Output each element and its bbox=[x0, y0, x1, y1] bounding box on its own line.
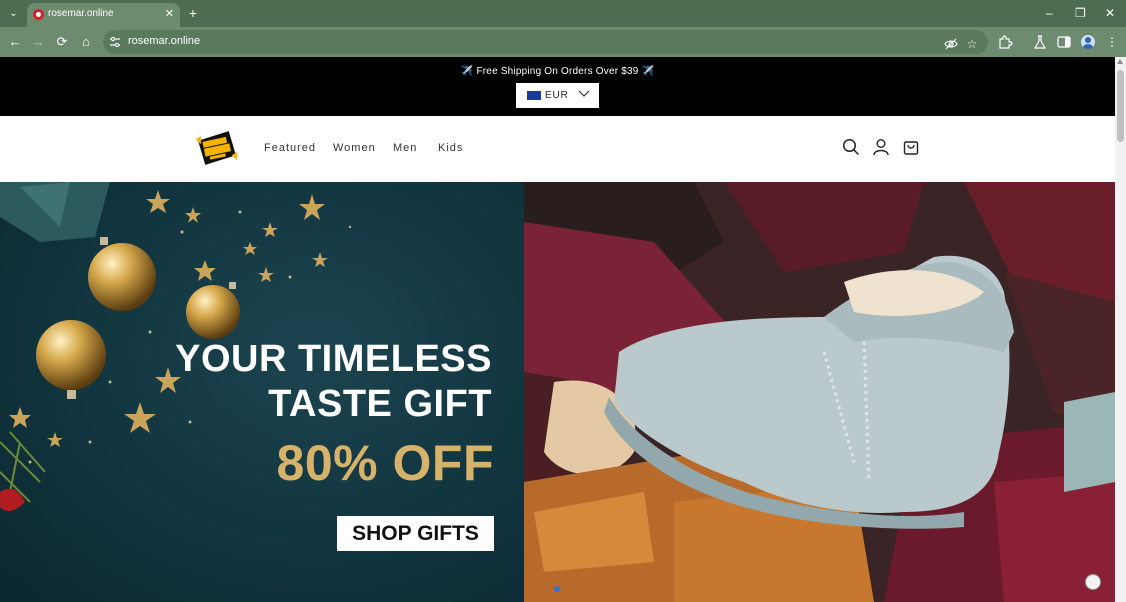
labs-flask-icon[interactable] bbox=[1032, 34, 1048, 50]
side-panel-icon[interactable] bbox=[1056, 34, 1072, 50]
home-button[interactable]: ⌂ bbox=[78, 34, 94, 50]
browser-tab-strip: ⌄ rosemar.online ✕ + – ❐ ✕ bbox=[0, 0, 1126, 27]
minimize-window-button[interactable]: – bbox=[1046, 6, 1053, 20]
back-button[interactable]: ← bbox=[7, 34, 23, 50]
hero-headline: YOUR TIMELESS TASTE GIFT bbox=[175, 337, 492, 427]
eye-off-icon[interactable] bbox=[944, 37, 958, 51]
close-window-button[interactable]: ✕ bbox=[1105, 6, 1115, 20]
scrollbar-thumb[interactable] bbox=[1117, 70, 1124, 142]
reload-button[interactable]: ⟳ bbox=[54, 34, 70, 50]
page-scrollbar[interactable] bbox=[1115, 57, 1126, 602]
slide-indicator-dot[interactable] bbox=[554, 586, 560, 592]
hero-discount: 80% OFF bbox=[276, 435, 494, 491]
restore-window-button[interactable]: ❐ bbox=[1075, 6, 1086, 20]
nav-item-featured[interactable]: Featured bbox=[264, 142, 316, 154]
extensions-icon[interactable] bbox=[997, 34, 1013, 50]
scroll-up-arrow-icon[interactable] bbox=[1117, 59, 1123, 64]
hero-headline-line2: TASTE GIFT bbox=[268, 383, 492, 425]
nav-item-men[interactable]: Men bbox=[393, 142, 417, 154]
site-favicon-icon bbox=[33, 9, 44, 20]
browser-menu-icon[interactable]: ⋮ bbox=[1104, 34, 1120, 50]
hero-right-panel bbox=[524, 182, 1115, 602]
site-header: Featured Women Men Kids bbox=[0, 116, 1115, 182]
chat-widget-icon[interactable] bbox=[1085, 574, 1101, 590]
site-info-icon[interactable] bbox=[109, 36, 121, 48]
close-tab-icon[interactable]: ✕ bbox=[165, 7, 174, 20]
forward-button[interactable]: → bbox=[30, 34, 46, 50]
announcement-text: ✈️ Free Shipping On Orders Over $39 ✈️ bbox=[460, 66, 655, 77]
browser-tab[interactable]: rosemar.online ✕ bbox=[27, 3, 180, 27]
web-page: ✈️ Free Shipping On Orders Over $39 ✈️ E… bbox=[0, 57, 1115, 602]
account-icon[interactable] bbox=[872, 138, 890, 156]
chevron-down-icon bbox=[578, 90, 590, 97]
bookmark-star-icon[interactable]: ☆ bbox=[965, 37, 979, 51]
boots-product-image bbox=[524, 182, 1115, 602]
address-bar[interactable]: rosemar.online ☆ bbox=[103, 30, 988, 54]
currency-code: EUR bbox=[545, 90, 569, 101]
black-friday-logo[interactable] bbox=[196, 131, 238, 165]
eu-flag-icon bbox=[527, 91, 541, 100]
tab-search-button[interactable]: ⌄ bbox=[5, 5, 22, 22]
currency-selector[interactable]: EUR bbox=[516, 83, 599, 108]
shop-gifts-button[interactable]: SHOP GIFTS bbox=[337, 516, 494, 551]
search-icon[interactable] bbox=[842, 138, 860, 156]
hero-left-panel: YOUR TIMELESS TASTE GIFT 80% OFF SHOP GI… bbox=[0, 182, 524, 602]
hero-banner: YOUR TIMELESS TASTE GIFT 80% OFF SHOP GI… bbox=[0, 182, 1115, 602]
tab-title: rosemar.online bbox=[48, 8, 114, 19]
browser-toolbar: ← → ⟳ ⌂ rosemar.online ☆ ⋮ bbox=[0, 27, 1126, 57]
new-tab-button[interactable]: + bbox=[186, 5, 200, 21]
nav-item-kids[interactable]: Kids bbox=[438, 142, 463, 154]
profile-avatar-icon[interactable] bbox=[1081, 35, 1095, 49]
hero-headline-line1: YOUR TIMELESS bbox=[175, 338, 492, 380]
url-text[interactable]: rosemar.online bbox=[128, 35, 200, 47]
cart-bag-icon[interactable] bbox=[902, 138, 920, 156]
nav-item-women[interactable]: Women bbox=[333, 142, 376, 154]
announcement-bar: ✈️ Free Shipping On Orders Over $39 ✈️ E… bbox=[0, 57, 1115, 116]
